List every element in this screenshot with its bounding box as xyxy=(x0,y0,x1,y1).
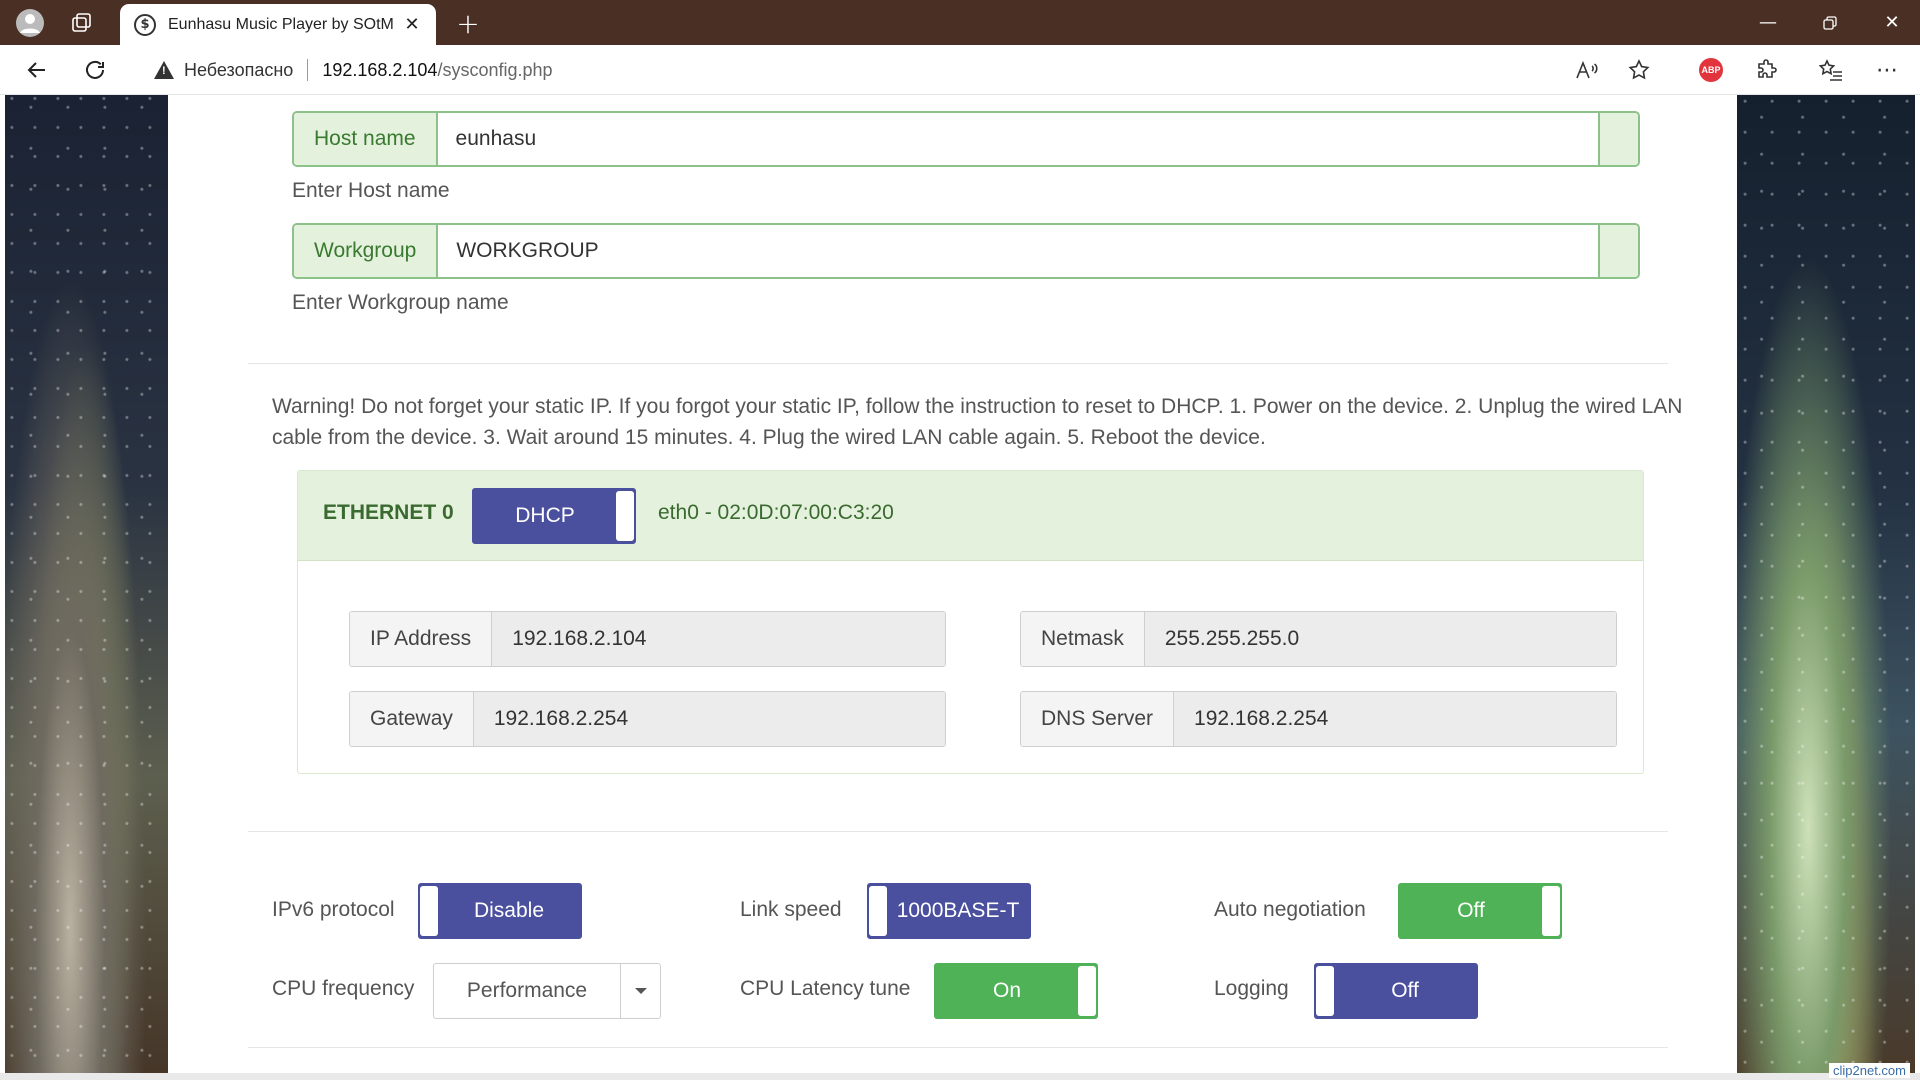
auto-negotiation-label: Auto negotiation xyxy=(1214,898,1366,921)
caret-down-icon[interactable] xyxy=(620,964,660,1018)
collections-icon[interactable] xyxy=(60,5,104,41)
host-name-group: Host name xyxy=(292,111,1640,167)
browser-toolbar: Небезопасно 192.168.2.104 /sysconfig.php… xyxy=(0,45,1920,95)
divider xyxy=(248,831,1668,832)
static-ip-warning: Warning! Do not forget your static IP. I… xyxy=(272,395,1683,449)
dns-server-value: 192.168.2.254 xyxy=(1174,692,1616,746)
back-arrow-icon[interactable] xyxy=(18,52,56,88)
warning-icon[interactable] xyxy=(154,61,174,79)
ethernet-title: ETHERNET 0 xyxy=(323,501,454,524)
link-speed-label: Link speed xyxy=(740,898,842,921)
toggle-knob xyxy=(420,886,438,936)
host-name-addon-end xyxy=(1598,113,1638,165)
workgroup-addon-end xyxy=(1598,225,1638,277)
ip-address-value: 192.168.2.104 xyxy=(492,612,945,666)
profile-icon[interactable] xyxy=(8,5,52,41)
auto-negotiation-toggle[interactable]: Off xyxy=(1398,883,1562,939)
favorite-star-icon[interactable] xyxy=(1622,54,1656,86)
logging-value: Off xyxy=(1391,979,1419,1002)
dns-server-label: DNS Server xyxy=(1021,692,1175,746)
minimize-icon[interactable]: — xyxy=(1740,0,1796,45)
toggle-knob xyxy=(1542,886,1560,936)
cpu-latency-value: On xyxy=(992,979,1021,1002)
ethernet-panel: ETHERNET 0 DHCP eth0 - 02:0D:07:00:C3:20… xyxy=(297,470,1644,774)
ip-address-label: IP Address xyxy=(350,612,493,666)
netmask-field: Netmask 255.255.255.0 xyxy=(1020,611,1617,667)
cpu-frequency-select[interactable]: Performance xyxy=(433,963,661,1019)
url-path: /sysconfig.php xyxy=(437,59,553,80)
netmask-value: 255.255.255.0 xyxy=(1144,612,1616,666)
tab-title: Eunhasu Music Player by SOtM xyxy=(168,15,394,33)
host-name-label: Host name xyxy=(294,113,438,165)
host-name-help: Enter Host name xyxy=(292,179,450,202)
reload-icon[interactable] xyxy=(76,52,114,88)
url-separator xyxy=(307,59,309,81)
cpu-latency-toggle[interactable]: On xyxy=(934,963,1098,1019)
link-speed-toggle[interactable]: 1000BASE-T xyxy=(867,883,1031,939)
dns-server-field: DNS Server 192.168.2.254 xyxy=(1020,691,1617,747)
logging-toggle[interactable]: Off xyxy=(1314,963,1478,1019)
more-menu-icon[interactable]: ⋯ xyxy=(1870,54,1904,86)
security-label[interactable]: Небезопасно xyxy=(184,60,293,81)
logging-label: Logging xyxy=(1214,977,1289,1000)
watermark: clip2net.com xyxy=(1829,1063,1910,1078)
window-close-icon[interactable]: ✕ xyxy=(1864,0,1920,45)
browser-titlebar: $ Eunhasu Music Player by SOtM ✕ + — ✕ xyxy=(0,0,1920,45)
url-host: 192.168.2.104 xyxy=(322,59,438,80)
gateway-label: Gateway xyxy=(350,692,474,746)
divider xyxy=(248,1047,1668,1048)
address-bar[interactable]: Небезопасно 192.168.2.104 /sysconfig.php xyxy=(132,51,1678,89)
new-tab-button[interactable]: + xyxy=(450,5,486,41)
bottom-edge xyxy=(0,1073,1920,1080)
ethernet-mode-label: DHCP xyxy=(515,504,575,527)
netmask-label: Netmask xyxy=(1021,612,1145,666)
background-image-right xyxy=(1737,95,1915,1073)
site-favicon-icon: $ xyxy=(134,13,156,36)
read-aloud-icon[interactable] xyxy=(1570,54,1604,86)
workgroup-help: Enter Workgroup name xyxy=(292,291,509,314)
workgroup-label: Workgroup xyxy=(294,225,439,277)
tab-active[interactable]: $ Eunhasu Music Player by SOtM ✕ xyxy=(120,4,436,45)
gateway-value: 192.168.2.254 xyxy=(473,692,945,746)
settings-content: Host name Enter Host name Workgroup Ente… xyxy=(168,95,1737,1073)
host-name-input[interactable] xyxy=(437,113,1598,165)
workgroup-group: Workgroup xyxy=(292,223,1640,279)
toggle-knob xyxy=(1316,966,1334,1016)
gateway-field: Gateway 192.168.2.254 xyxy=(349,691,946,747)
auto-negotiation-value: Off xyxy=(1457,899,1485,922)
interface-mac: eth0 - 02:0D:07:00:C3:20 xyxy=(658,501,894,524)
ipv6-toggle[interactable]: Disable xyxy=(418,883,582,939)
divider xyxy=(248,363,1668,364)
ipv6-value: Disable xyxy=(473,899,545,922)
page-viewport: Host name Enter Host name Workgroup Ente… xyxy=(5,95,1915,1073)
link-speed-value: 1000BASE-T xyxy=(896,899,1020,922)
ip-address-field: IP Address 192.168.2.104 xyxy=(349,611,946,667)
toggle-knob xyxy=(869,886,887,936)
ipv6-label: IPv6 protocol xyxy=(272,898,395,921)
ethernet-mode-toggle[interactable]: DHCP xyxy=(472,488,636,544)
toggle-knob xyxy=(616,491,634,541)
toggle-knob xyxy=(1078,966,1096,1016)
extensions-puzzle-icon[interactable] xyxy=(1750,54,1784,86)
ethernet-panel-header: ETHERNET 0 DHCP eth0 - 02:0D:07:00:C3:20 xyxy=(298,471,1643,561)
background-image-left xyxy=(5,95,168,1073)
cpu-frequency-label: CPU frequency xyxy=(272,977,415,1000)
cpu-latency-label: CPU Latency tune xyxy=(740,977,911,1000)
favorites-list-icon[interactable] xyxy=(1814,54,1848,86)
close-icon[interactable]: ✕ xyxy=(402,14,422,35)
cpu-frequency-value: Performance xyxy=(466,979,588,1002)
adblock-icon[interactable]: ABP xyxy=(1694,54,1728,86)
restore-icon[interactable] xyxy=(1802,0,1858,45)
workgroup-input[interactable] xyxy=(438,225,1598,277)
